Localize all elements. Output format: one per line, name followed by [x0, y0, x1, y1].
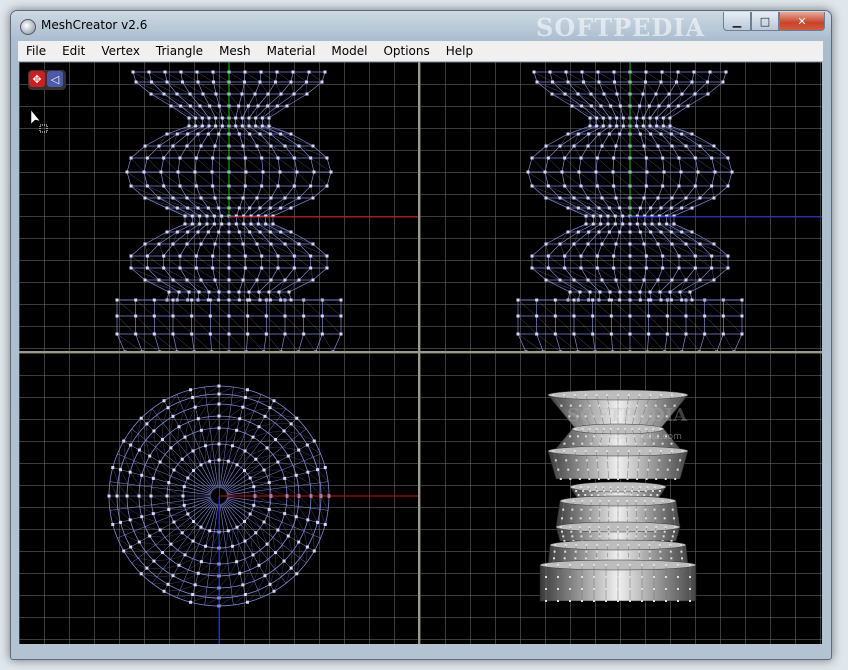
watermark-text: SOFTPEDIA: [536, 13, 706, 42]
app-icon[interactable]: [20, 19, 36, 35]
menu-options[interactable]: Options: [375, 41, 437, 61]
view-tool-icon[interactable]: ◁: [47, 71, 63, 87]
move-tool-icon[interactable]: ✥: [29, 71, 45, 87]
menu-mesh[interactable]: Mesh: [211, 41, 259, 61]
menu-triangle[interactable]: Triangle: [148, 41, 211, 61]
maximize-button[interactable]: □: [751, 12, 779, 31]
viewport-side[interactable]: [420, 62, 822, 351]
viewport-top[interactable]: [19, 353, 418, 644]
app-window: MeshCreator v2.6 SOFTPEDIA ▁ □ ✕ File Ed…: [10, 10, 832, 660]
window-title: MeshCreator v2.6: [41, 18, 148, 32]
menu-help[interactable]: Help: [438, 41, 481, 61]
cursor-icon: [30, 109, 48, 133]
menu-vertex[interactable]: Vertex: [93, 41, 148, 61]
title-bar[interactable]: MeshCreator v2.6 SOFTPEDIA ▁ □ ✕: [11, 11, 831, 42]
close-button[interactable]: ✕: [779, 12, 825, 31]
viewport-perspective[interactable]: [420, 353, 822, 644]
menu-bar: File Edit Vertex Triangle Mesh Material …: [18, 41, 823, 61]
viewport-toolbar: ✥ ◁: [28, 70, 66, 90]
menu-material[interactable]: Material: [259, 41, 324, 61]
watermark-url: www.softpedia.com: [594, 432, 682, 442]
menu-file[interactable]: File: [18, 41, 54, 61]
viewport-area: ✥ ◁ SOFTPEDIA www.softpedia.com: [19, 62, 822, 644]
viewport-divider-horizontal[interactable]: [19, 351, 822, 353]
viewport-divider-vertical[interactable]: [418, 62, 420, 644]
viewport-front[interactable]: [19, 62, 418, 351]
menu-edit[interactable]: Edit: [54, 41, 93, 61]
watermark-center: SOFTPEDIA: [567, 405, 688, 426]
menu-model[interactable]: Model: [323, 41, 375, 61]
minimize-button[interactable]: ▁: [723, 12, 751, 31]
